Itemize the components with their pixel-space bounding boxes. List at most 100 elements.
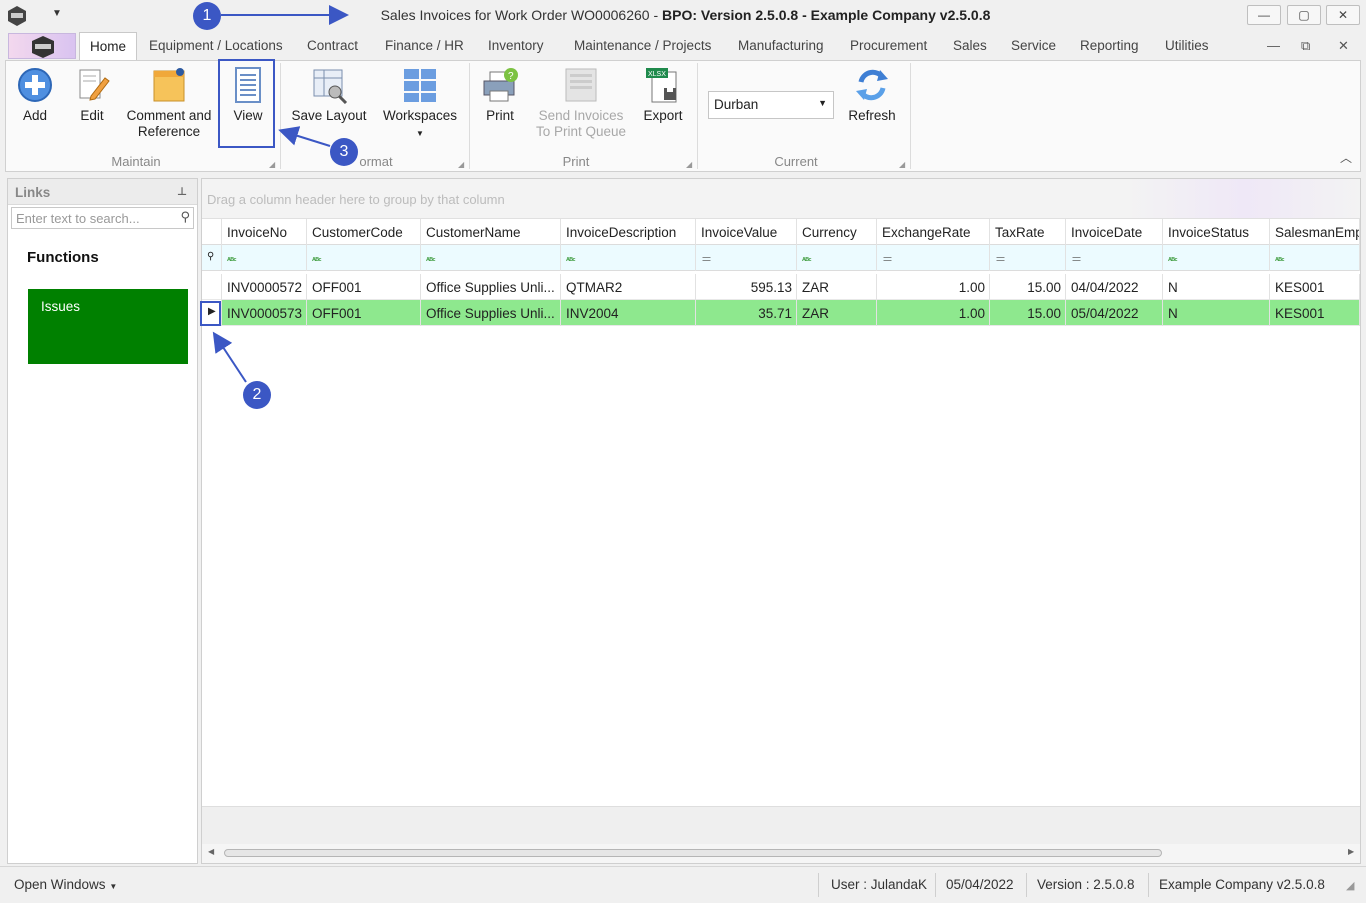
filter-cell-customername[interactable]: ᴬᴮᶜ xyxy=(421,245,561,271)
filter-cell-currency[interactable]: ᴬᴮᶜ xyxy=(797,245,877,271)
cell-salesmanempl[interactable]: KES001 xyxy=(1270,274,1360,300)
mdi-minimize-button[interactable]: — xyxy=(1267,38,1280,53)
column-header-invoiceno[interactable]: InvoiceNo xyxy=(222,219,307,245)
search-icon[interactable]: ⚲ xyxy=(180,209,190,225)
cell-invoicevalue[interactable]: 35.71 xyxy=(696,300,797,326)
tab-reporting[interactable]: Reporting xyxy=(1080,38,1139,53)
links-search-placeholder: Enter text to search... xyxy=(16,211,140,226)
tab-procurement[interactable]: Procurement xyxy=(850,38,927,53)
cell-invoicestatus[interactable]: N xyxy=(1163,274,1270,300)
cell-currency[interactable]: ZAR xyxy=(797,300,877,326)
tab-contract[interactable]: Contract xyxy=(307,38,358,53)
resize-grip-icon[interactable]: ◢ xyxy=(1346,879,1354,892)
minimize-button[interactable]: — xyxy=(1247,5,1281,25)
cell-invoiceno[interactable]: INV0000573 xyxy=(222,300,307,326)
tab-sales[interactable]: Sales xyxy=(953,38,987,53)
filter-cell-exchangerate[interactable]: ＝ xyxy=(877,245,990,271)
cell-invoiceno[interactable]: INV0000572 xyxy=(222,274,307,300)
chevron-down-icon: ▼ xyxy=(818,98,827,108)
close-button[interactable]: ✕ xyxy=(1326,5,1360,25)
links-search-input[interactable]: Enter text to search... ⚲ xyxy=(11,207,194,229)
table-row-selected[interactable]: ▶ INV0000573 OFF001 Office Supplies Unli… xyxy=(202,300,1360,326)
column-header-exchangerate[interactable]: ExchangeRate xyxy=(877,219,990,245)
cell-invoicevalue[interactable]: 595.13 xyxy=(696,274,797,300)
scroll-left-icon[interactable]: ◀ xyxy=(208,847,214,856)
filter-cell-salesmanempl[interactable]: ᴬᴮᶜ xyxy=(1270,245,1360,271)
column-header-currency[interactable]: Currency xyxy=(797,219,877,245)
column-header-taxrate[interactable]: TaxRate xyxy=(990,219,1066,245)
equals-filter-icon: ＝ xyxy=(1071,254,1082,266)
cell-invoicedate[interactable]: 04/04/2022 xyxy=(1066,274,1163,300)
print-dialog-launcher-icon[interactable]: ◢ xyxy=(686,160,692,169)
issues-tile[interactable]: Issues xyxy=(28,289,188,364)
highlight-row-indicator xyxy=(200,301,221,326)
cell-taxrate[interactable]: 15.00 xyxy=(990,274,1066,300)
mdi-restore-button[interactable]: ⧉ xyxy=(1301,38,1310,54)
column-header-invoicedescription[interactable]: InvoiceDescription xyxy=(561,219,696,245)
current-dialog-launcher-icon[interactable]: ◢ xyxy=(899,160,905,169)
cell-exchangerate[interactable]: 1.00 xyxy=(877,300,990,326)
column-header-invoicedate[interactable]: InvoiceDate xyxy=(1066,219,1163,245)
maximize-button[interactable]: ▢ xyxy=(1287,5,1321,25)
collapse-ribbon-chevron-icon[interactable]: ︿ xyxy=(1340,149,1352,166)
column-header-customername[interactable]: CustomerName xyxy=(421,219,561,245)
cell-invoicestatus[interactable]: N xyxy=(1163,300,1270,326)
filter-cell-invoicevalue[interactable]: ＝ xyxy=(696,245,797,271)
column-header-salesmanempl[interactable]: SalesmanEmpl xyxy=(1270,219,1360,245)
tab-utilities[interactable]: Utilities xyxy=(1165,38,1209,53)
comment-and-reference-button[interactable]: Comment and Reference xyxy=(124,66,214,140)
cell-salesmanempl[interactable]: KES001 xyxy=(1270,300,1360,326)
export-button[interactable]: XLSX Export xyxy=(640,66,686,124)
print-queue-icon xyxy=(565,68,597,102)
group-by-panel[interactable]: Drag a column header here to group by th… xyxy=(202,179,1360,219)
send-invoices-button[interactable]: Send Invoices To Print Queue xyxy=(531,66,631,140)
scrollbar-thumb[interactable] xyxy=(224,849,1162,857)
column-header-customercode[interactable]: CustomerCode xyxy=(307,219,421,245)
callout-2: 2 xyxy=(243,381,271,409)
site-select[interactable]: Durban ▼ xyxy=(708,91,834,119)
cell-taxrate[interactable]: 15.00 xyxy=(990,300,1066,326)
filter-cell-invoicedescription[interactable]: ᴬᴮᶜ xyxy=(561,245,696,271)
edit-button[interactable]: Edit xyxy=(72,66,112,124)
tab-inventory[interactable]: Inventory xyxy=(488,38,544,53)
filter-cell-customercode[interactable]: ᴬᴮᶜ xyxy=(307,245,421,271)
filter-cell-invoicedate[interactable]: ＝ xyxy=(1066,245,1163,271)
column-header-invoicestatus[interactable]: InvoiceStatus xyxy=(1163,219,1270,245)
row-indicator[interactable] xyxy=(202,274,222,300)
tab-manufacturing[interactable]: Manufacturing xyxy=(738,38,824,53)
tab-maintenance-projects[interactable]: Maintenance / Projects xyxy=(574,38,711,53)
cell-customercode[interactable]: OFF001 xyxy=(307,300,421,326)
tab-equipment-locations[interactable]: Equipment / Locations xyxy=(149,38,283,53)
add-button[interactable]: Add xyxy=(14,66,56,124)
filter-cell-invoiceno[interactable]: ᴬᴮᶜ xyxy=(222,245,307,271)
cell-customername[interactable]: Office Supplies Unli... xyxy=(421,300,561,326)
cell-currency[interactable]: ZAR xyxy=(797,274,877,300)
cell-invoicedate[interactable]: 05/04/2022 xyxy=(1066,300,1163,326)
scroll-right-icon[interactable]: ▶ xyxy=(1348,847,1354,856)
equals-filter-icon: ＝ xyxy=(995,254,1006,266)
tab-service[interactable]: Service xyxy=(1011,38,1056,53)
filter-cell-taxrate[interactable]: ＝ xyxy=(990,245,1066,271)
app-menu-button[interactable] xyxy=(8,33,76,59)
cell-invoicedescription[interactable]: INV2004 xyxy=(561,300,696,326)
send-invoices-label-line1: Send Invoices xyxy=(538,108,624,123)
print-button[interactable]: ? Print xyxy=(479,66,521,124)
save-layout-button[interactable]: Save Layout xyxy=(289,66,369,124)
format-dialog-launcher-icon[interactable]: ◢ xyxy=(458,160,464,169)
open-windows-dropdown[interactable]: Open Windows ▼ xyxy=(14,877,117,892)
pin-icon[interactable]: ⊥ xyxy=(177,185,187,198)
cell-exchangerate[interactable]: 1.00 xyxy=(877,274,990,300)
filter-cell-invoicestatus[interactable]: ᴬᴮᶜ xyxy=(1163,245,1270,271)
cell-customercode[interactable]: OFF001 xyxy=(307,274,421,300)
cell-customername[interactable]: Office Supplies Unli... xyxy=(421,274,561,300)
maintain-dialog-launcher-icon[interactable]: ◢ xyxy=(269,160,275,169)
table-row[interactable]: INV0000572 OFF001 Office Supplies Unli..… xyxy=(202,274,1360,300)
tab-home[interactable]: Home xyxy=(79,32,138,61)
horizontal-scrollbar[interactable]: ◀ ▶ xyxy=(202,844,1360,863)
mdi-close-button[interactable]: ✕ xyxy=(1338,38,1349,54)
refresh-button[interactable]: Refresh xyxy=(846,66,898,124)
column-header-invoicevalue[interactable]: InvoiceValue xyxy=(696,219,797,245)
workspaces-button[interactable]: Workspaces ▼ xyxy=(380,66,460,142)
tab-finance-hr[interactable]: Finance / HR xyxy=(385,38,464,53)
cell-invoicedescription[interactable]: QTMAR2 xyxy=(561,274,696,300)
